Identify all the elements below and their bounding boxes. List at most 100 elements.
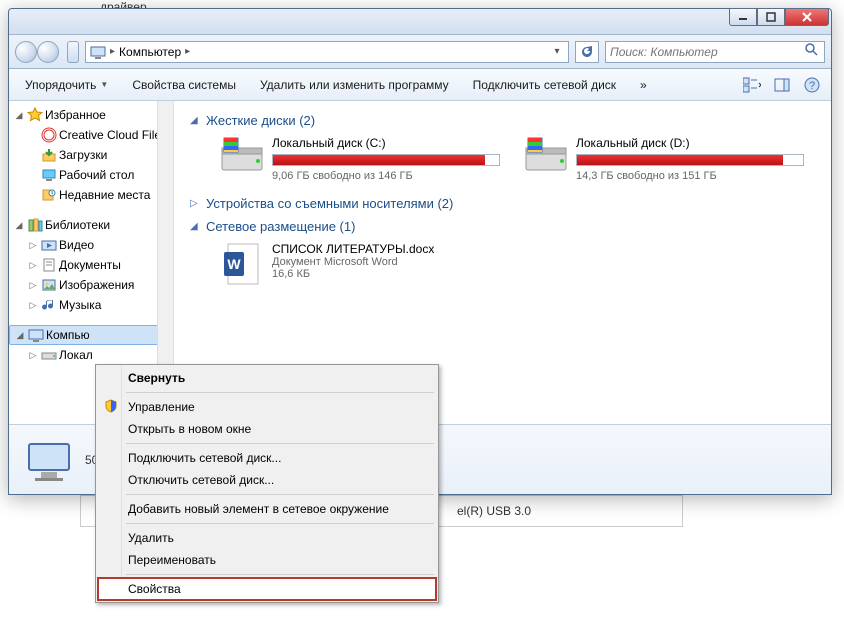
drive-icon xyxy=(41,347,57,363)
context-menu-item[interactable]: Подключить сетевой диск... xyxy=(98,447,436,469)
menu-item-label: Подключить сетевой диск... xyxy=(128,451,281,465)
context-menu-item[interactable]: Отключить сетевой диск... xyxy=(98,469,436,491)
search-input[interactable] xyxy=(610,45,802,59)
menu-separator xyxy=(126,574,434,575)
menu-separator xyxy=(126,494,434,495)
sidebar-item-library[interactable]: ▷ Видео xyxy=(9,235,173,255)
toolbar-overflow[interactable]: » xyxy=(632,74,655,96)
local-disk-label: Локал xyxy=(59,348,93,362)
sidebar-item-favorite[interactable]: Creative Cloud Files xyxy=(9,125,173,145)
system-properties-button[interactable]: Свойства системы xyxy=(124,74,244,96)
close-button[interactable] xyxy=(785,8,829,26)
breadcrumb-label[interactable]: Компьютер xyxy=(119,45,181,59)
sidebar-item-library[interactable]: ▷ Документы xyxy=(9,255,173,275)
file-name: СПИСОК ЛИТЕРАТУРЫ.docx xyxy=(272,242,434,256)
context-menu-item[interactable]: Добавить новый элемент в сетевое окружен… xyxy=(98,498,436,520)
favorite-item-label: Загрузки xyxy=(59,148,107,162)
chevron-right-icon: ▸ xyxy=(185,46,190,57)
favorite-item-label: Рабочий стол xyxy=(59,168,134,182)
library-item-icon xyxy=(41,277,57,293)
sidebar-item-favorite[interactable]: Недавние места xyxy=(9,185,173,205)
drive-item[interactable]: Локальный диск (D:) 14,3 ГБ свободно из … xyxy=(524,136,804,182)
context-menu-item[interactable]: Свернуть xyxy=(98,367,436,389)
address-bar-row: ▸ Компьютер ▸ ▾ xyxy=(9,35,831,69)
library-item-label: Музыка xyxy=(59,298,101,312)
context-menu: Свернуть Управление Открыть в новом окне По… xyxy=(95,364,439,603)
file-size: 16,6 КБ xyxy=(272,268,434,280)
drive-name: Локальный диск (C:) xyxy=(272,136,500,150)
bg-usb-text: el(R) USB 3.0 xyxy=(457,504,666,518)
context-menu-item[interactable]: Удалить xyxy=(98,527,436,549)
organize-button[interactable]: Упорядочить▼ xyxy=(17,74,116,96)
view-options-button[interactable] xyxy=(741,74,763,96)
network-title: Сетевое размещение (1) xyxy=(206,219,355,234)
svg-text:W: W xyxy=(227,256,241,272)
search-icon[interactable] xyxy=(802,42,820,61)
breadcrumb[interactable]: ▸ Компьютер ▸ ▾ xyxy=(85,41,569,63)
favorites-group[interactable]: ◢ Избранное xyxy=(9,105,173,125)
context-menu-item[interactable]: Управление xyxy=(98,396,436,418)
nav-forward-button[interactable] xyxy=(37,41,59,63)
section-network[interactable]: ◢Сетевое размещение (1) xyxy=(190,219,815,234)
menu-item-label: Переименовать xyxy=(128,553,216,567)
nav-back-button[interactable] xyxy=(15,41,37,63)
minimize-button[interactable] xyxy=(729,8,757,26)
map-network-drive-button[interactable]: Подключить сетевой диск xyxy=(465,74,624,96)
drive-item[interactable]: Локальный диск (C:) 9,06 ГБ свободно из … xyxy=(220,136,500,182)
help-button[interactable]: ? xyxy=(801,74,823,96)
star-icon xyxy=(27,107,43,123)
menu-separator xyxy=(126,523,434,524)
library-item-icon xyxy=(41,297,57,313)
breadcrumb-dropdown[interactable]: ▾ xyxy=(550,46,564,57)
search-box[interactable] xyxy=(605,41,825,63)
menu-item-label: Отключить сетевой диск... xyxy=(128,473,274,487)
computer-icon xyxy=(90,44,106,60)
nav-history-dropdown[interactable] xyxy=(67,41,79,63)
menu-item-label: Открыть в новом окне xyxy=(128,422,251,436)
favorite-item-icon xyxy=(41,127,57,143)
sidebar-item-favorite[interactable]: Рабочий стол xyxy=(9,165,173,185)
menu-item-label: Управление xyxy=(128,400,195,414)
libraries-group[interactable]: ◢ Библиотеки xyxy=(9,215,173,235)
svg-text:?: ? xyxy=(809,80,815,92)
titlebar xyxy=(9,9,831,35)
sidebar-item-favorite[interactable]: Загрузки xyxy=(9,145,173,165)
sidebar-item-library[interactable]: ▷ Изображения xyxy=(9,275,173,295)
drive-capacity-bar xyxy=(272,154,500,166)
favorite-item-icon xyxy=(41,147,57,163)
menu-item-label: Свернуть xyxy=(128,371,185,385)
drive-name: Локальный диск (D:) xyxy=(576,136,804,150)
sidebar-item-computer[interactable]: ◢ Компью xyxy=(9,325,173,345)
library-item-icon xyxy=(41,257,57,273)
sidebar-item-local-disk[interactable]: ▷ Локал xyxy=(9,345,173,365)
context-menu-item[interactable]: Открыть в новом окне xyxy=(98,418,436,440)
library-item-label: Видео xyxy=(59,238,94,252)
file-type: Документ Microsoft Word xyxy=(272,256,434,268)
computer-icon xyxy=(28,327,44,343)
section-removable[interactable]: ▷Устройства со съемными носителями (2) xyxy=(190,196,815,211)
library-item-label: Изображения xyxy=(59,278,134,292)
context-menu-item[interactable]: Переименовать xyxy=(98,549,436,571)
maximize-button[interactable] xyxy=(757,8,785,26)
section-hard-drives[interactable]: ◢Жесткие диски (2) xyxy=(190,113,815,128)
libraries-label: Библиотеки xyxy=(45,218,110,232)
menu-separator xyxy=(126,443,434,444)
menu-item-label: Свойства xyxy=(128,582,181,596)
sidebar-item-library[interactable]: ▷ Музыка xyxy=(9,295,173,315)
hard-drive-icon xyxy=(220,136,264,176)
context-menu-item[interactable]: Свойства xyxy=(98,578,436,600)
computer-label: Компью xyxy=(46,328,90,342)
uninstall-button[interactable]: Удалить или изменить программу xyxy=(252,74,457,96)
favorite-item-label: Creative Cloud Files xyxy=(59,128,167,142)
refresh-button[interactable] xyxy=(575,41,599,63)
preview-pane-button[interactable] xyxy=(771,74,793,96)
favorites-label: Избранное xyxy=(45,108,106,122)
libraries-icon xyxy=(27,217,43,233)
word-document-icon: W xyxy=(220,242,264,286)
favorite-item-icon xyxy=(41,167,57,183)
hard-drive-icon xyxy=(524,136,568,176)
drive-free-space: 14,3 ГБ свободно из 151 ГБ xyxy=(576,170,804,182)
library-item-icon xyxy=(41,237,57,253)
hard-drives-title: Жесткие диски (2) xyxy=(206,113,315,128)
network-file-item[interactable]: W СПИСОК ЛИТЕРАТУРЫ.docx Документ Micros… xyxy=(220,242,815,286)
